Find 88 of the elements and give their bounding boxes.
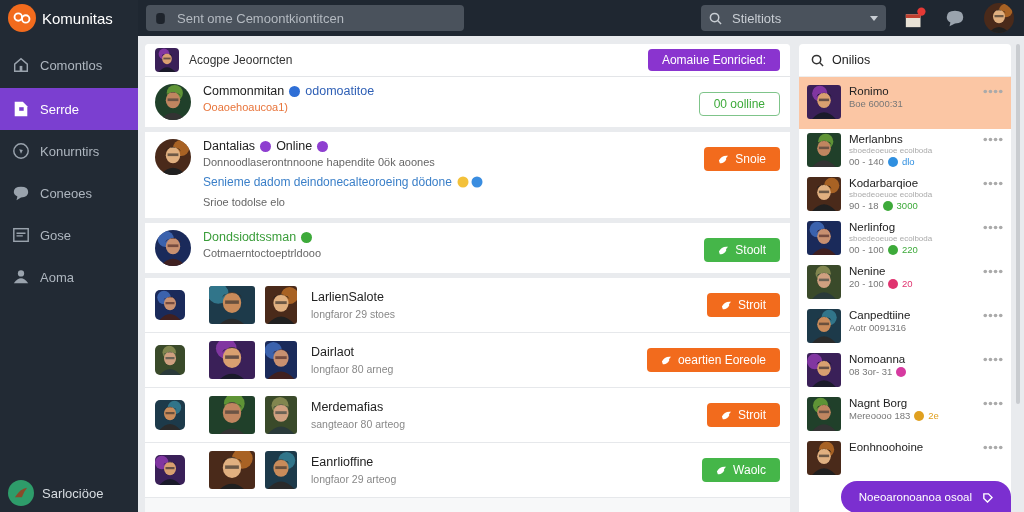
scrollbar[interactable]	[1016, 44, 1020, 404]
friend-status: sboedeoeuoe ecolboda	[849, 190, 934, 199]
tag-icon	[982, 491, 993, 503]
floating-action-button[interactable]: Noeoaronoanoa osoal	[840, 481, 1011, 512]
compass-icon	[12, 142, 30, 160]
more-icon[interactable]	[983, 137, 1003, 142]
sidebar-item[interactable]: Comontlos	[0, 44, 138, 86]
post-author: Commonmitan	[203, 84, 285, 98]
post-text: Srioe todolse elo	[203, 196, 285, 208]
logo-icon	[8, 4, 36, 32]
friend-meta: 20 - 100	[849, 278, 884, 289]
friend-item[interactable]: Nenine 20 - 100 20	[799, 261, 1011, 305]
post-author: Dondsiodtssman	[203, 230, 297, 244]
post-text: Cotmaerntoctoeptrldooo	[203, 247, 321, 259]
friend-item[interactable]: Nomoanna 08 3or- 31	[799, 349, 1011, 393]
friend-name: Nerlinfog	[849, 221, 897, 233]
entry-title: Eanrlioffine	[311, 455, 375, 469]
feed-title: Acogpe Jeoorncten	[189, 53, 293, 67]
sidebar-item[interactable]: Gose	[0, 214, 138, 256]
friend-status: sboedeoeuoe ecolboda	[849, 234, 934, 243]
sidebar-footer-label: Sarlociöoe	[42, 485, 104, 501]
entry-title: LarlienSalote	[311, 290, 385, 304]
friend-meta: 08 3or- 31	[849, 366, 893, 377]
more-icon[interactable]	[983, 445, 1003, 450]
friend-item[interactable]: Nerlinfog sboedeoeuoe ecolboda 00 - 100 220	[799, 217, 1011, 261]
entry-meta: longfaror 29 stoes	[311, 308, 396, 320]
friend-item[interactable]: Ronimo Boe 6000:31	[799, 77, 1011, 129]
entry-meta: longfaor 29 arteog	[311, 473, 397, 485]
friend-item[interactable]: Nagnt Borg Mereoooo 183 2e	[799, 393, 1011, 437]
friend-name: Nenine	[849, 265, 887, 277]
online-title: Onilios	[832, 53, 871, 67]
post-text: Donnoodlaserontnnoone hapendite 0ök aoones	[203, 156, 435, 168]
friend-tag: 220	[901, 244, 918, 255]
home-icon	[12, 56, 30, 74]
post-tag: odomoatitoe	[305, 84, 375, 98]
caret-icon	[870, 15, 878, 21]
friend-meta: Mereoooo 183	[849, 410, 911, 421]
friend-tag: dlo	[901, 156, 915, 167]
entry-meta: sangteaor 80 arteog	[311, 418, 405, 430]
sidebar-item[interactable]: Coneoes	[0, 172, 138, 214]
more-icon[interactable]	[983, 225, 1003, 230]
search-field[interactable]: Sent ome Cemoontkiontitcen	[146, 5, 464, 31]
more-icon[interactable]	[983, 313, 1003, 318]
post-link[interactable]: Senieme dadom deindonecalteoroeing dödone	[203, 175, 452, 189]
friend-item[interactable]: Eonhnoohoine	[799, 437, 1011, 481]
gift-icon[interactable]	[904, 7, 926, 29]
entry-title: Dairlaot	[311, 345, 356, 359]
friend-item[interactable]: Canpedtiine Aotr 0091316	[799, 305, 1011, 349]
friend-name: Canpedtiine	[849, 309, 912, 321]
more-icon[interactable]	[983, 181, 1003, 186]
entry-title: Merdemafias	[311, 400, 385, 414]
friend-meta: 00 - 140	[849, 156, 884, 167]
search-input[interactable]: Sent ome Cemoontkiontitcen	[175, 9, 456, 27]
friend-item[interactable]: Merlanbns sboedeoeuoe ecolboda 00 - 140 dlo	[799, 129, 1011, 173]
friend-name: Kodarbarqioe	[849, 177, 920, 189]
people-icon	[12, 268, 30, 286]
friend-name: Nomoanna	[849, 353, 907, 365]
feed-action-button[interactable]: Aomaiue Eonricied:	[647, 49, 780, 71]
friend-tag: 2e	[928, 410, 939, 421]
document-icon	[12, 100, 30, 118]
sidebar-item[interactable]: Konurntirs	[0, 130, 138, 172]
inbox-icon	[12, 226, 30, 244]
friend-tag: 20	[901, 278, 913, 289]
post-tag: Online	[276, 139, 313, 153]
friend-name: Merlanbns	[849, 133, 904, 145]
sidebar-item[interactable]: Serrde	[0, 88, 138, 130]
post-text: Ooaoehoaucoa1)	[203, 101, 288, 113]
friend-name: Nagnt Borg	[849, 397, 909, 409]
filter-input[interactable]: Stieltiots	[730, 9, 862, 27]
filter-field[interactable]: Stieltiots	[701, 5, 886, 31]
friend-meta: Aotr 0091316	[849, 322, 907, 333]
chat-icon	[12, 184, 30, 202]
friend-name: Ronimo	[849, 85, 890, 97]
more-icon[interactable]	[983, 357, 1003, 362]
more-icon[interactable]	[983, 269, 1003, 274]
friend-meta: 00 - 100	[849, 244, 884, 255]
friend-name: Eonhnoohoine	[849, 441, 925, 453]
post-author: Dantalias	[203, 139, 256, 153]
friend-tag: 3000	[896, 200, 918, 211]
entry-meta: longfaor 80 arneg	[311, 363, 394, 375]
friend-meta: Boe 6000:31	[849, 98, 903, 109]
friend-meta: 90 - 18	[849, 200, 879, 211]
friend-status: sboedeoeuoe ecolboda	[849, 146, 934, 155]
more-icon[interactable]	[983, 89, 1003, 94]
friend-item[interactable]: Kodarbarqioe sboedeoeuoe ecolboda 90 - 18 3000	[799, 173, 1011, 217]
app-name: Komunitas	[42, 9, 113, 27]
more-icon[interactable]	[983, 401, 1003, 406]
sidebar-item[interactable]: Aoma	[0, 256, 138, 298]
